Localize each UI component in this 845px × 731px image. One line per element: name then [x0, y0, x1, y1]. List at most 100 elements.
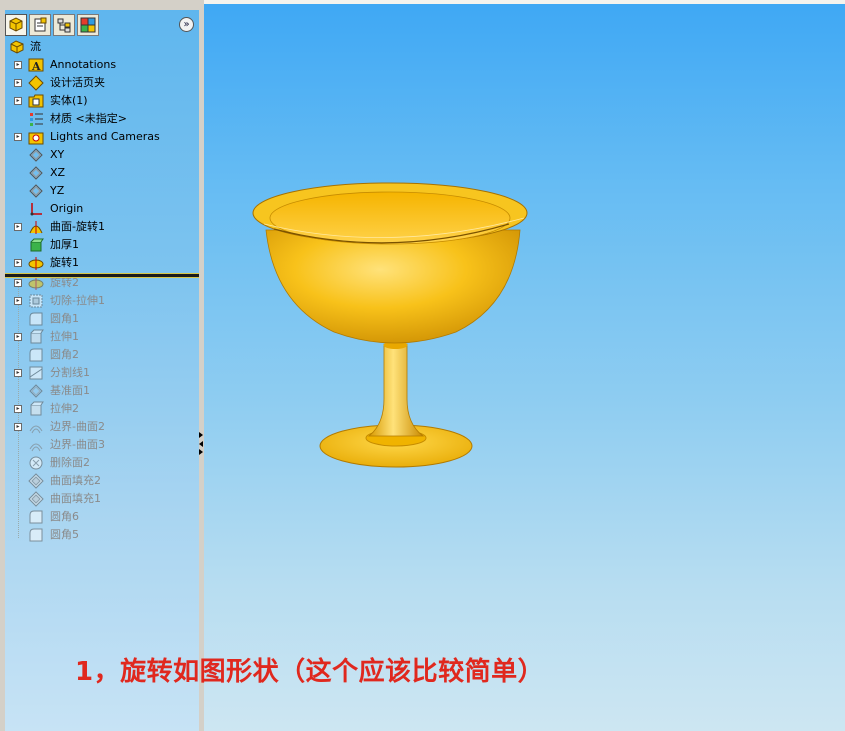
fillet-icon — [29, 528, 43, 542]
tree-item[interactable]: ▸ 拉伸1 — [5, 328, 199, 346]
tree-root[interactable]: 流 — [5, 38, 199, 56]
tree-root-label: 流 — [30, 40, 41, 53]
plane-icon — [29, 384, 43, 398]
svg-text:A: A — [31, 60, 41, 73]
plane-icon — [29, 184, 43, 198]
feature-manager-panel: » 流 ▸ A Annotations ▸ 设计活页夹 ▸ 实体(1) 材质 <未指定> ▸ Li… — [0, 0, 204, 731]
tree-item[interactable]: ▸ 切除-拉伸1 — [5, 292, 199, 310]
tree-item[interactable]: XZ — [5, 164, 199, 182]
tree-item[interactable]: 曲面填充1 — [5, 490, 199, 508]
plane-icon — [29, 148, 43, 162]
graphics-viewport[interactable] — [204, 4, 845, 731]
goblet-model[interactable] — [204, 4, 845, 731]
tree-item[interactable]: 基准面1 — [5, 382, 199, 400]
expand-icon[interactable]: ▸ — [14, 297, 22, 305]
tree-item-label: 拉伸2 — [50, 402, 79, 415]
tree-item[interactable]: 删除面2 — [5, 454, 199, 472]
tree-item[interactable]: 圆角5 — [5, 526, 199, 544]
material-icon — [30, 113, 43, 126]
feature-manager-icon — [9, 17, 23, 32]
part-icon — [10, 40, 24, 54]
tree-item[interactable]: ▸ A Annotations — [5, 56, 199, 74]
tree-item-label: 切除-拉伸1 — [50, 294, 105, 307]
tree-item-label: 圆角5 — [50, 528, 79, 541]
goblet-bowl — [265, 229, 521, 344]
tree-item-label: 材质 <未指定> — [50, 112, 127, 125]
expand-icon[interactable]: ▸ — [14, 259, 22, 267]
tree-item-label: 边界-曲面2 — [50, 420, 105, 433]
tree-item[interactable]: ▸ 拉伸2 — [5, 400, 199, 418]
tree-item[interactable]: ▸ 旋转1 — [5, 254, 199, 272]
boundary-surface-icon — [29, 425, 43, 434]
tree-item[interactable]: 圆角6 — [5, 508, 199, 526]
tree-item-label: 曲面-旋转1 — [50, 220, 105, 233]
tree-item-label: 旋转1 — [50, 256, 79, 269]
tree-item[interactable]: 加厚1 — [5, 236, 199, 254]
expand-icon[interactable]: ▸ — [14, 133, 22, 141]
extrude-icon — [30, 401, 44, 416]
tree-item-label: 曲面填充1 — [50, 492, 101, 505]
thicken-icon — [30, 238, 44, 252]
expand-icon[interactable]: ▸ — [14, 61, 22, 69]
tree-item[interactable]: 曲面填充2 — [5, 472, 199, 490]
fillet-icon — [29, 312, 43, 326]
expand-icon[interactable]: ▸ — [14, 279, 22, 287]
tree-item-label: 拉伸1 — [50, 330, 79, 343]
rollback-bar[interactable] — [5, 273, 199, 278]
tree-item-label: 实体(1) — [50, 94, 88, 107]
expand-icon[interactable]: ▸ — [14, 369, 22, 377]
collapse-panel-button[interactable]: » — [179, 17, 194, 32]
tree-item[interactable]: 边界-曲面3 — [5, 436, 199, 454]
tree-item[interactable]: ▸ 边界-曲面2 — [5, 418, 199, 436]
tree-item[interactable]: YZ — [5, 182, 199, 200]
tree-item[interactable]: ▸ 分割线1 — [5, 364, 199, 382]
property-manager-tab[interactable] — [29, 14, 51, 36]
tree-item[interactable]: ▸ 设计活页夹 — [5, 74, 199, 92]
tree-item[interactable]: ▸ 实体(1) — [5, 92, 199, 110]
tree-item[interactable]: 材质 <未指定> — [5, 110, 199, 128]
tree-item-label: 基准面1 — [50, 384, 90, 397]
tree-item-label: 分割线1 — [50, 366, 90, 379]
tree-item[interactable]: 圆角2 — [5, 346, 199, 364]
tree-item-label: XZ — [50, 166, 66, 179]
tree-item-label: 边界-曲面3 — [50, 438, 105, 451]
tutorial-caption: 1，旋转如图形状（这个应该比较简单） — [75, 657, 545, 687]
expand-icon[interactable]: ▸ — [14, 79, 22, 87]
tree-item-label: 圆角1 — [50, 312, 79, 325]
tree-item-label: Origin — [50, 202, 84, 215]
revolve-icon — [28, 257, 44, 270]
tree-item-label: YZ — [50, 184, 65, 197]
surface-fill-icon — [28, 491, 44, 507]
property-manager-icon — [34, 17, 47, 32]
lights-cameras-icon — [28, 132, 44, 145]
extrude-icon — [30, 329, 44, 344]
feature-manager-tab[interactable] — [5, 14, 27, 36]
fillet-icon — [29, 348, 43, 362]
annotations-icon: A — [28, 58, 44, 73]
expand-icon[interactable]: ▸ — [14, 333, 22, 341]
configuration-manager-tab[interactable] — [53, 14, 75, 36]
display-manager-tab[interactable] — [77, 14, 99, 36]
tree-item[interactable]: 圆角1 — [5, 310, 199, 328]
design-binder-icon — [28, 75, 44, 91]
plane-icon — [29, 166, 43, 180]
tree-item[interactable]: ▸ Lights and Cameras — [5, 128, 199, 146]
tree-item[interactable]: ▸ 曲面-旋转1 — [5, 218, 199, 236]
display-manager-icon — [80, 17, 96, 33]
expand-icon[interactable]: ▸ — [14, 97, 22, 105]
expand-icon[interactable]: ▸ — [14, 423, 22, 431]
tree-item-label: Annotations — [50, 58, 117, 71]
cut-extrude-icon — [29, 294, 43, 308]
tree-item-label: XY — [50, 148, 65, 161]
surface-fill-icon — [28, 473, 44, 489]
goblet-stem — [367, 343, 425, 437]
panel-tab-bar — [5, 12, 199, 38]
surface-revolve-icon — [29, 221, 43, 234]
tree-item[interactable]: XY — [5, 146, 199, 164]
expand-icon[interactable]: ▸ — [14, 223, 22, 231]
split-line-icon — [29, 366, 43, 380]
expand-icon[interactable]: ▸ — [14, 405, 22, 413]
tree-item[interactable]: Origin — [5, 200, 199, 218]
tree-item-label: 曲面填充2 — [50, 474, 101, 487]
tree-item-label: 设计活页夹 — [50, 76, 105, 89]
